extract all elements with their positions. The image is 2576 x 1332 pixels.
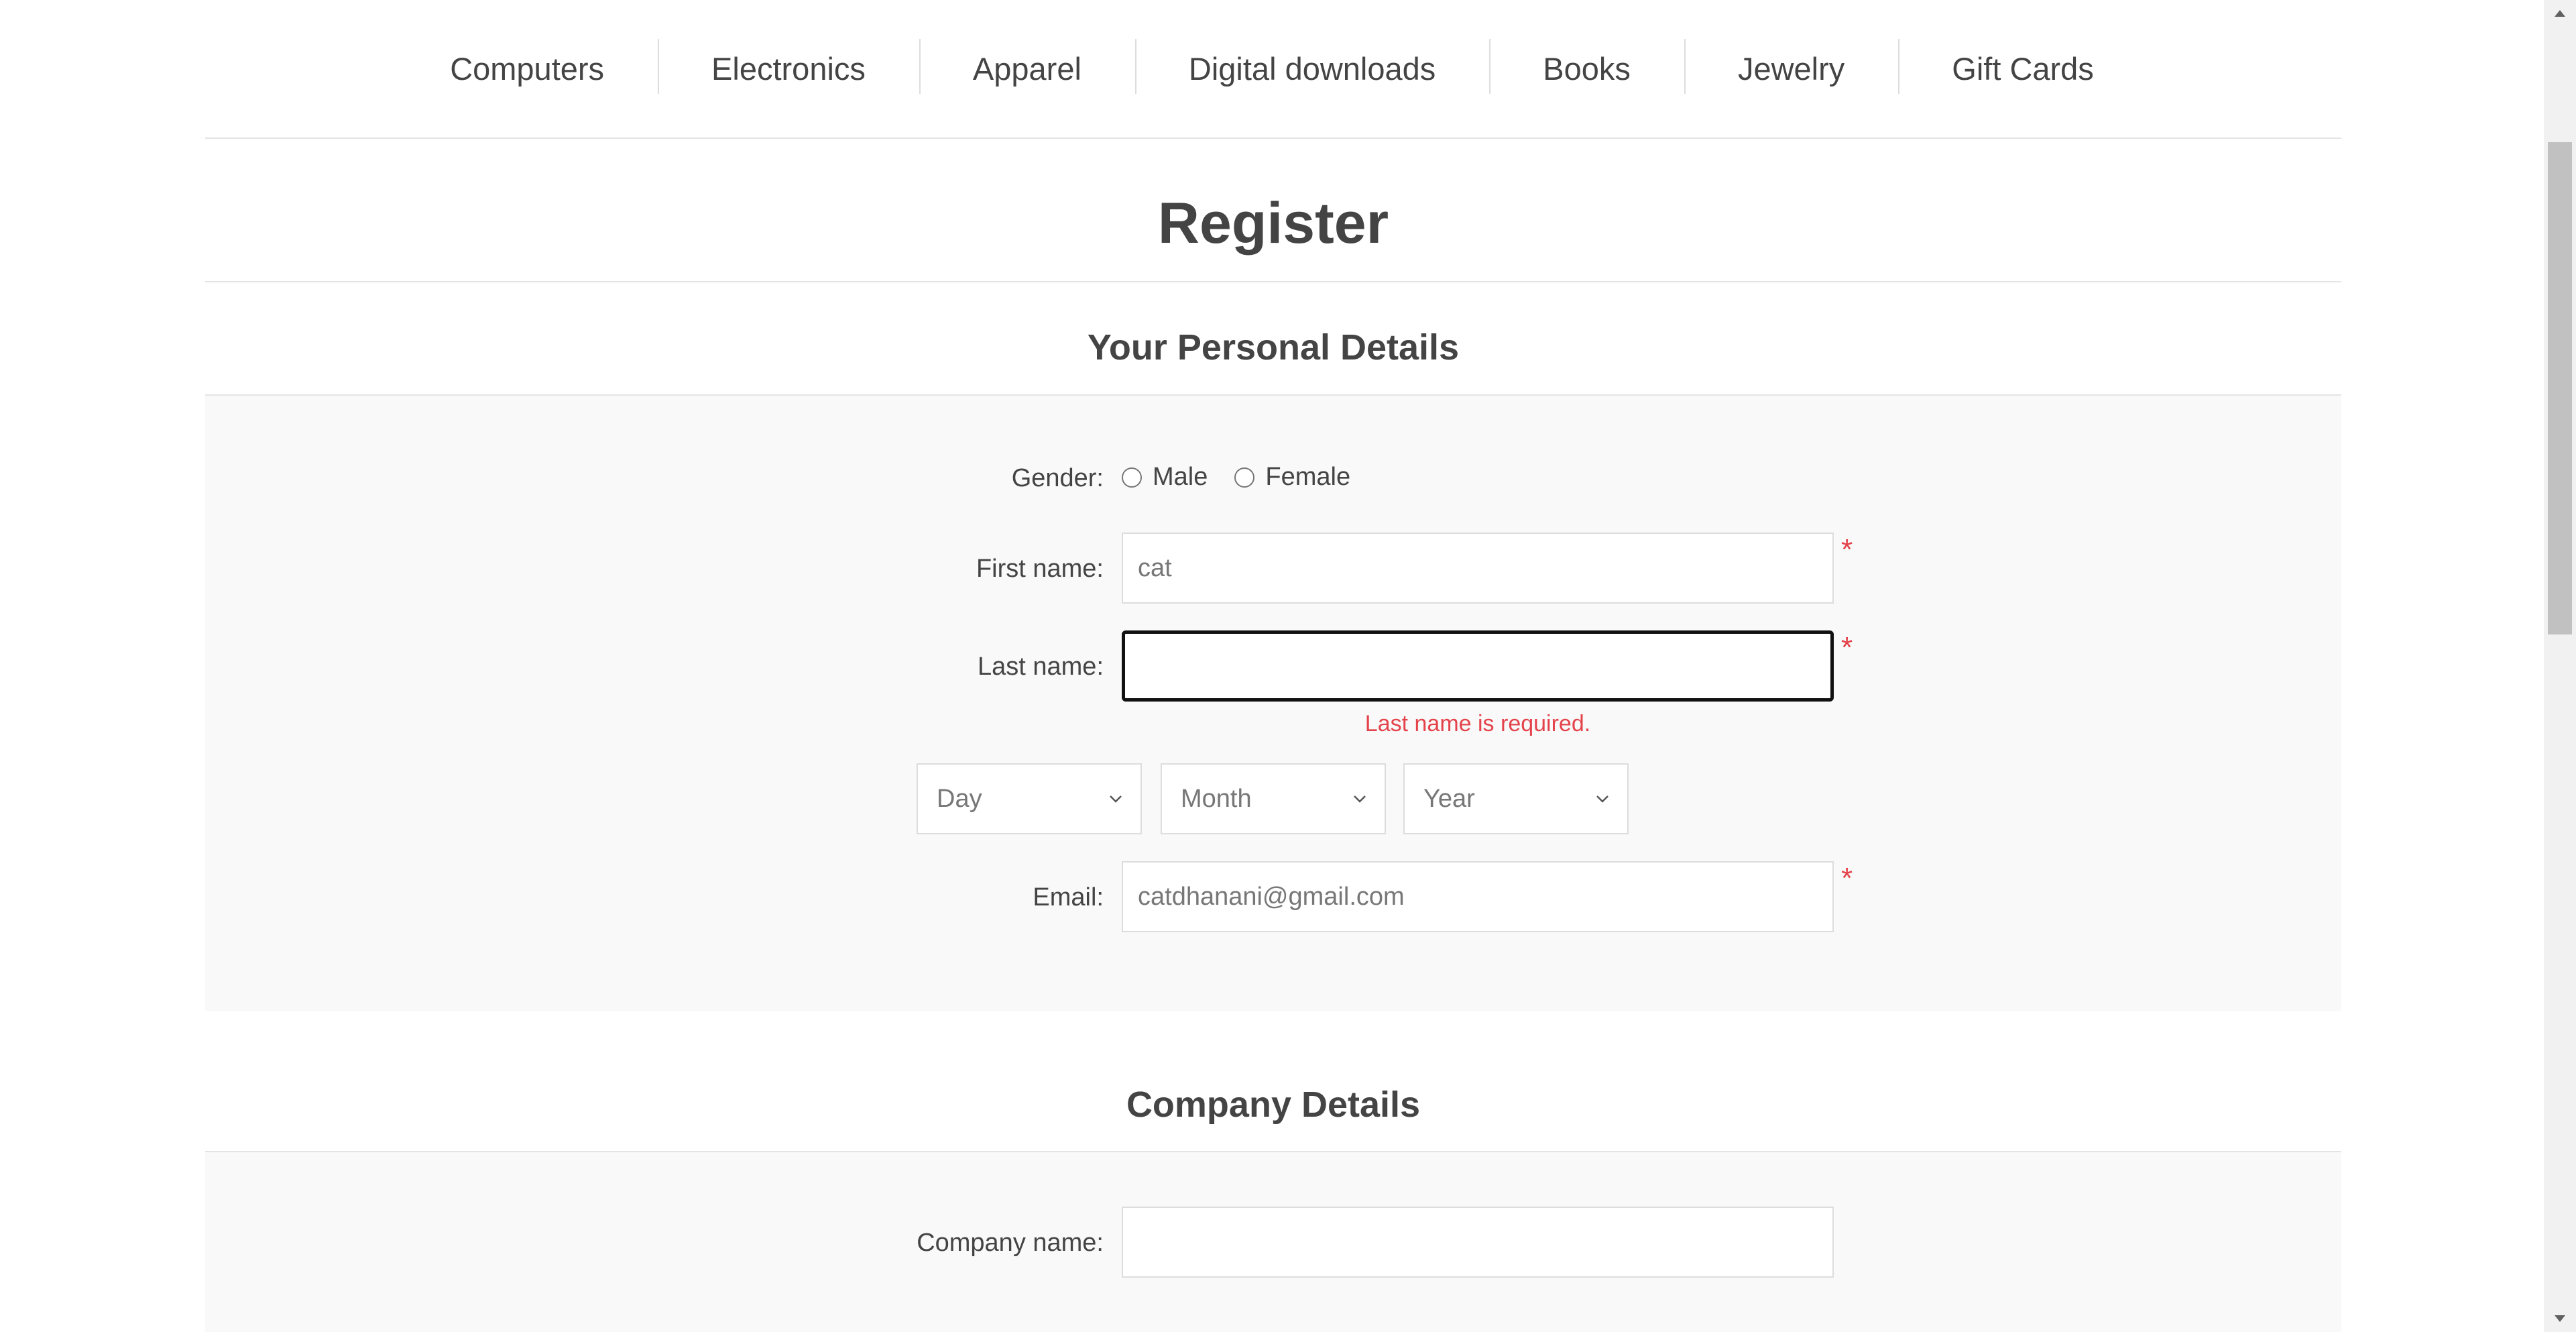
gender-female-label: Female <box>1265 463 1351 491</box>
gender-radio-group: Male Female <box>1122 463 1377 492</box>
menu-item-electronics[interactable]: Electronics <box>658 0 919 137</box>
top-menu-list: Computers Electronics Apparel Digital do… <box>396 0 2148 137</box>
menu-item-computers[interactable]: Computers <box>396 0 658 137</box>
title-divider <box>205 281 2341 282</box>
gender-male-radio[interactable] <box>1122 467 1142 488</box>
personal-details-panel: Gender: Male Female First name: cat * La… <box>205 396 2341 1011</box>
gender-male-label: Male <box>1153 463 1208 491</box>
menu-item-gift-cards[interactable]: Gift Cards <box>1898 0 2148 137</box>
register-page: Computers Electronics Apparel Digital do… <box>0 0 2544 1332</box>
menu-item-apparel[interactable]: Apparel <box>919 0 1135 137</box>
email-label: Email: <box>1033 883 1104 911</box>
menu-divider <box>205 137 2341 139</box>
menu-item-jewelry[interactable]: Jewelry <box>1684 0 1898 137</box>
last-name-input[interactable] <box>1122 630 1834 702</box>
menu-item-books[interactable]: Books <box>1489 0 1684 137</box>
company-details-title: Company Details <box>1126 1085 1421 1125</box>
first-name-input[interactable]: cat <box>1122 533 1834 604</box>
email-input[interactable]: catdhanani@gmail.com <box>1122 861 1834 932</box>
email-required-marker: * <box>1841 862 1853 895</box>
gender-female-radio[interactable] <box>1234 467 1255 488</box>
personal-details-title: Your Personal Details <box>1087 327 1460 368</box>
scroll-down-arrow[interactable] <box>2544 1305 2576 1332</box>
company-name-input[interactable] <box>1122 1207 1834 1278</box>
chevron-down-icon <box>1354 795 1366 803</box>
dob-day-select[interactable]: Day <box>917 763 1142 834</box>
scroll-up-arrow[interactable] <box>2544 0 2576 27</box>
first-name-label: First name: <box>976 555 1104 583</box>
menu-item-digital-downloads[interactable]: Digital downloads <box>1134 0 1489 137</box>
dob-month-value: Month <box>1181 784 1252 813</box>
chevron-down-icon <box>1110 795 1122 803</box>
dob-month-select[interactable]: Month <box>1161 763 1386 834</box>
chevron-down-icon <box>1596 795 1608 803</box>
company-name-label: Company name: <box>917 1229 1104 1257</box>
page-scrollbar[interactable] <box>2544 0 2576 1332</box>
dob-day-value: Day <box>937 784 982 813</box>
dob-year-select[interactable]: Year <box>1403 763 1629 834</box>
triangle-up-icon <box>2555 10 2565 17</box>
dob-year-value: Year <box>1423 784 1475 813</box>
gender-male-option[interactable]: Male <box>1122 463 1208 492</box>
last-name-required-marker: * <box>1841 631 1853 664</box>
triangle-down-icon <box>2555 1315 2565 1322</box>
gender-label: Gender: <box>1011 464 1104 492</box>
last-name-error: Last name is required. <box>1364 711 1591 736</box>
scroll-thumb[interactable] <box>2548 142 2572 634</box>
gender-female-option[interactable]: Female <box>1234 463 1350 492</box>
top-menu: Computers Electronics Apparel Digital do… <box>0 0 2544 137</box>
page-title: Register <box>1157 191 1389 256</box>
last-name-label: Last name: <box>978 653 1104 681</box>
first-name-required-marker: * <box>1841 533 1853 566</box>
company-details-panel: Company name: <box>205 1152 2341 1332</box>
